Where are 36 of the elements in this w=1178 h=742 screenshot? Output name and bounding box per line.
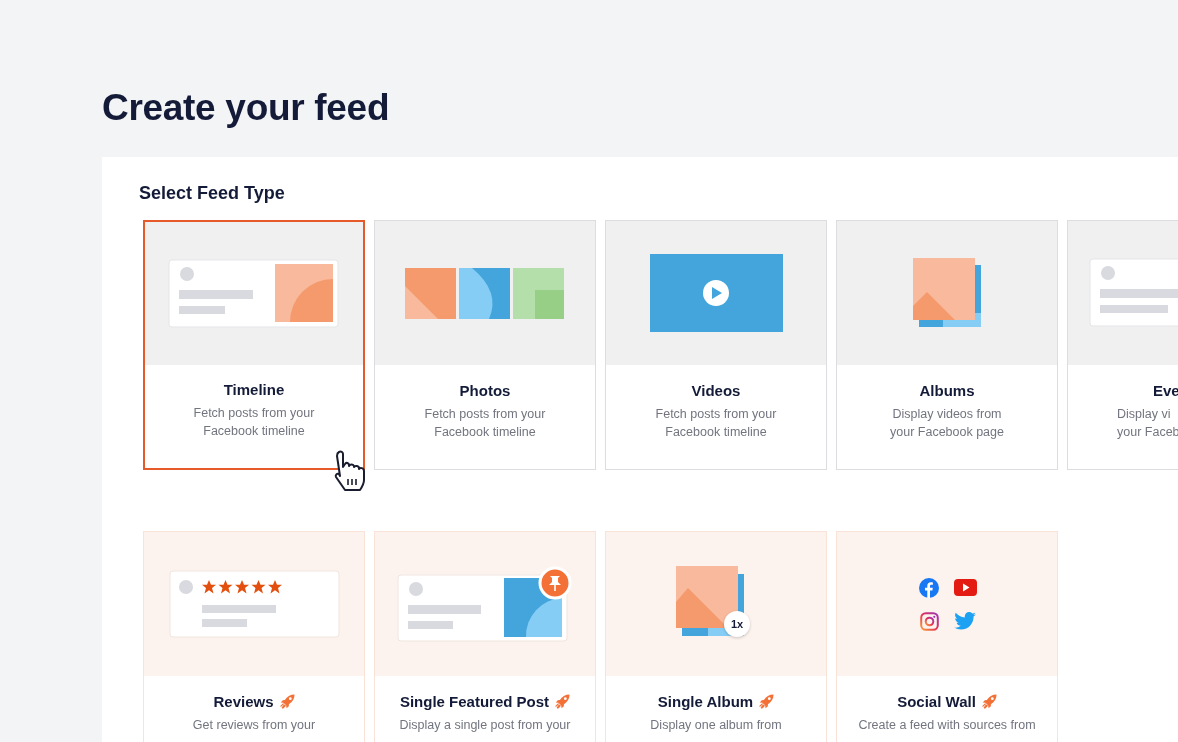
page-title: Create your feed — [102, 86, 391, 129]
twitter-icon — [954, 612, 976, 630]
feed-type-card[interactable]: 1x Single Album Display one album from — [605, 531, 827, 742]
youtube-icon — [953, 579, 977, 596]
card-description: Display one album from — [649, 717, 783, 734]
card-description: Fetch posts from your Facebook timeline — [192, 405, 316, 440]
card-description: Create a feed with sources from — [857, 717, 1037, 734]
rocket-icon — [279, 693, 295, 709]
card-title: Albums — [919, 381, 975, 399]
card-title: Single Featured Post — [399, 692, 550, 710]
card-title: Social Wall — [897, 692, 976, 710]
section-title: Select Feed Type — [139, 182, 286, 204]
feed-type-card[interactable]: Videos Fetch posts from your Facebook timeline — [605, 220, 827, 470]
feed-type-card[interactable]: Social Wall Create a feed with sources from — [836, 531, 1058, 742]
card-description: Get reviews from your — [191, 717, 317, 734]
card-title: Photos — [459, 381, 511, 399]
photo-stack-drawing — [913, 258, 981, 328]
card-description: Fetch posts from your Facebook timeline — [423, 406, 547, 441]
rocket-icon — [759, 693, 775, 709]
feed-type-card[interactable]: Albums Display videos from your Facebook page — [836, 220, 1058, 470]
card-description: Fetch posts from your Facebook timeline — [654, 406, 778, 441]
card-title: Single Album — [657, 692, 754, 710]
feed-type-card[interactable]: Photos Fetch posts from your Facebook timeline — [374, 220, 596, 470]
card-title: Videos — [691, 381, 741, 399]
rocket-icon — [555, 693, 571, 709]
album-count-badge: 1x — [724, 611, 750, 637]
feed-type-card[interactable]: Reviews Get reviews from your — [143, 531, 365, 742]
photo-stack-drawing — [676, 566, 746, 636]
card-title: Reviews — [213, 692, 274, 710]
card-description: Display videos from your Facebook page — [889, 406, 1005, 441]
instagram-icon — [919, 611, 939, 631]
facebook-icon — [919, 577, 939, 598]
card-title: Timeline — [223, 380, 285, 398]
feed-type-card[interactable]: Single Featured Post Display a single post from your — [374, 531, 596, 742]
card-description: Display a single post from your — [398, 717, 572, 734]
rocket-icon — [981, 693, 997, 709]
